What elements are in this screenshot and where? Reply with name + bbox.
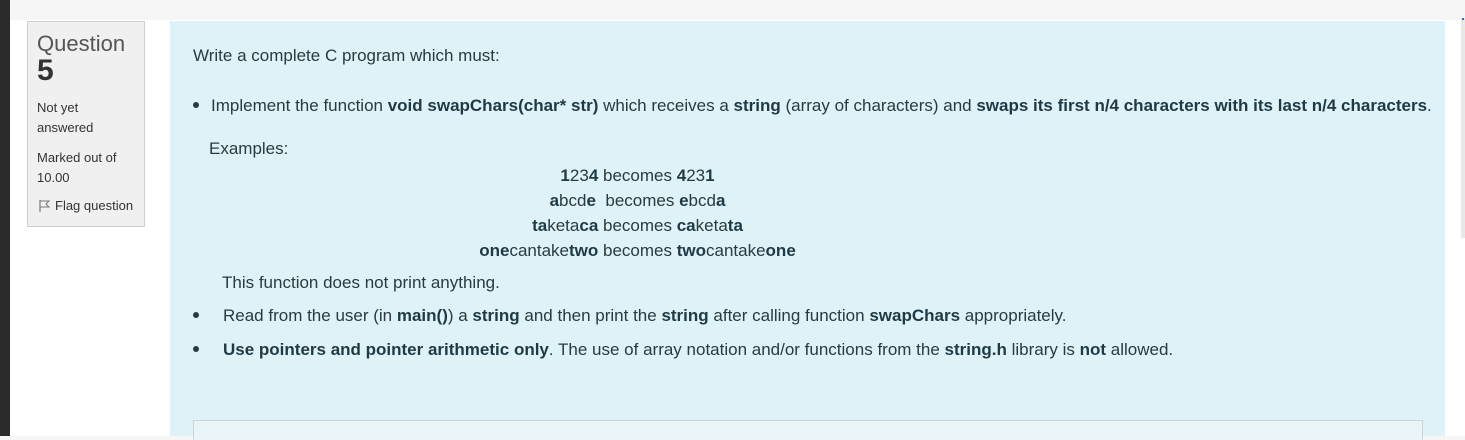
bold-text: 1 — [705, 166, 715, 185]
text: keta — [547, 216, 580, 235]
bullet-dot — [193, 102, 199, 109]
bullet-dot — [193, 312, 199, 319]
text: ) a — [447, 306, 473, 325]
text: Implement the function — [211, 96, 388, 115]
text: which receives a — [598, 96, 734, 115]
text: bcd — [559, 191, 587, 210]
bold-text: string — [733, 96, 781, 115]
text: (array of characters) and — [780, 96, 977, 115]
text: Read from the user (in — [223, 306, 397, 325]
bold-text: string — [661, 306, 709, 325]
text: library is — [1006, 340, 1080, 359]
example-row: onecantaketwo becomes twocantakeone — [170, 238, 1105, 263]
bold-text: main() — [396, 306, 448, 325]
bold-text: e — [679, 191, 689, 210]
bold-text: ca — [579, 216, 599, 235]
text: keta — [695, 216, 728, 235]
question-state: Not yet answered — [37, 100, 94, 135]
question-content: Write a complete C program which must: I… — [170, 21, 1445, 440]
text: and then print the — [519, 306, 662, 325]
question-heading: Question 5 — [37, 32, 135, 86]
bold-text: swapChars — [869, 306, 961, 325]
bold-text: e — [586, 191, 596, 210]
example-row: taketaca becomes caketata — [170, 213, 1105, 238]
bold-text: a — [549, 191, 560, 210]
examples-list: 1234 becomes 4231 abcde becomes ebcda ta… — [170, 163, 1105, 263]
question-info-panel: Question 5 Not yet answered Marked out o… — [27, 21, 145, 227]
flag-question-button[interactable]: Flag question — [37, 197, 135, 215]
text: . The use of array notation and/or funct… — [548, 340, 945, 359]
requirement-1: Implement the function void swapChars(ch… — [193, 96, 1432, 116]
bold-text: Use pointers and pointer arithmetic only — [223, 340, 549, 359]
bold-text: one — [479, 241, 510, 260]
bold-text: one — [765, 241, 796, 260]
flag-icon — [39, 200, 51, 212]
question-number: 5 — [37, 54, 54, 87]
text: after calling function — [708, 306, 870, 325]
text: cantake — [509, 241, 569, 260]
bold-text: string — [472, 306, 520, 325]
text: . — [1427, 96, 1432, 115]
question-intro: Write a complete C program which must: — [193, 46, 500, 65]
bold-text: two — [569, 241, 599, 260]
text: becomes — [598, 241, 677, 260]
example-row: 1234 becomes 4231 — [170, 163, 1105, 188]
bold-text: ta — [532, 216, 548, 235]
text: 23 — [569, 166, 589, 185]
text: cantake — [706, 241, 766, 260]
text: 23 — [686, 166, 706, 185]
examples-label: Examples: — [209, 139, 289, 158]
question-word: Question — [37, 31, 126, 56]
top-band — [10, 0, 1465, 20]
function-note: This function does not print anything. — [222, 273, 500, 292]
example-row: abcde becomes ebcda — [170, 188, 1105, 213]
text: becomes — [598, 216, 677, 235]
flag-question-label: Flag question — [55, 198, 134, 213]
scroll-indicator — [1461, 18, 1465, 238]
text: allowed. — [1106, 340, 1174, 359]
bold-text: two — [676, 241, 706, 260]
bold-text: string.h — [944, 340, 1007, 359]
requirement-3: Use pointers and pointer arithmetic only… — [193, 340, 1173, 360]
text: bcd — [688, 191, 716, 210]
bold-text: 4 — [588, 166, 599, 185]
bullet-dot — [193, 346, 199, 353]
text: becomes — [595, 191, 680, 210]
bold-text: ta — [727, 216, 743, 235]
bold-text: not — [1079, 340, 1107, 359]
bold-text: a — [715, 191, 726, 210]
bold-text: void swapChars(char* str) — [387, 96, 599, 115]
requirement-2: Read from the user (in main()) a string … — [193, 306, 1067, 326]
left-edge-strip — [0, 0, 10, 436]
bold-text: 1 — [560, 166, 570, 185]
answer-editor[interactable] — [193, 420, 1423, 440]
bold-text: ca — [676, 216, 696, 235]
question-grade: Marked out of 10.00 — [37, 150, 117, 185]
text: appropriately. — [960, 306, 1067, 325]
text: becomes — [598, 166, 677, 185]
bold-text: 4 — [676, 166, 687, 185]
bold-text: swaps its first n/4 characters with its … — [976, 96, 1428, 115]
page: Question 5 Not yet answered Marked out o… — [10, 0, 1465, 440]
